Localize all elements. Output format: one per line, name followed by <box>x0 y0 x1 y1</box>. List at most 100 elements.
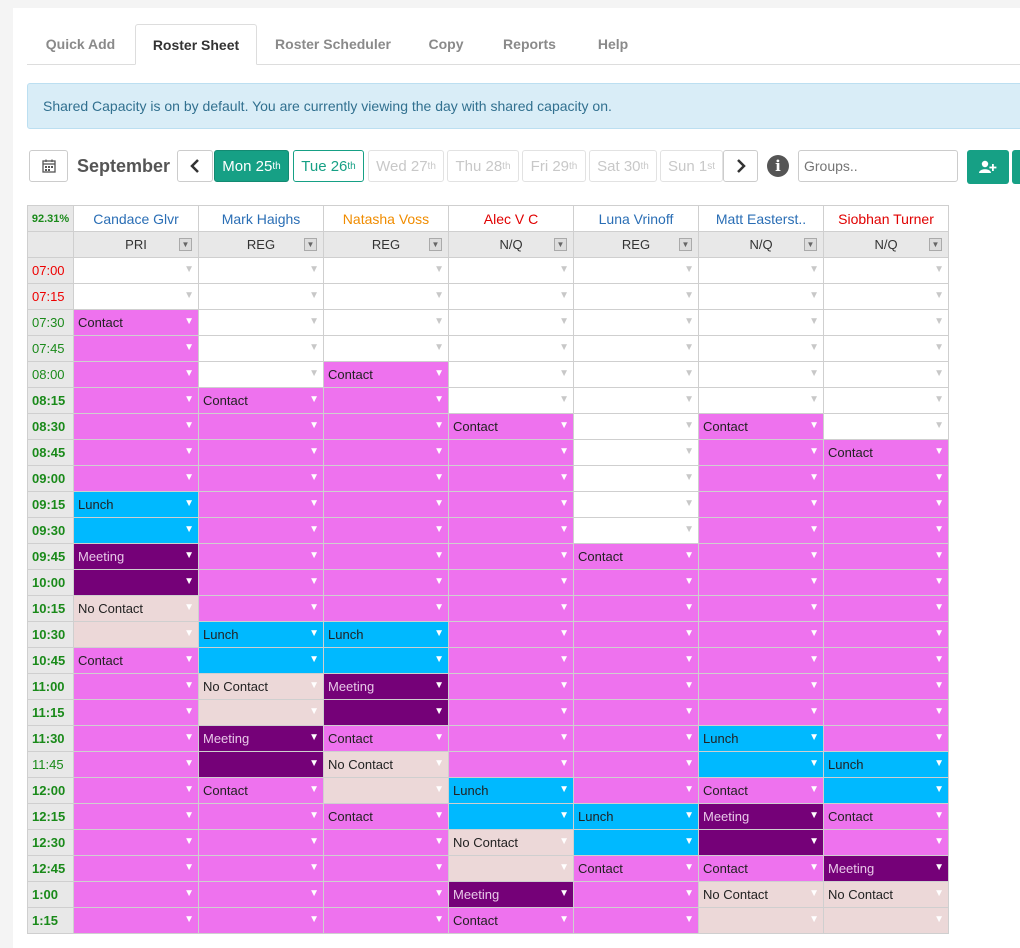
tab-help[interactable]: Help <box>576 24 650 65</box>
caret-down-icon[interactable]: ▼ <box>559 706 569 717</box>
day-sat[interactable]: Sat 30th <box>589 150 657 182</box>
caret-down-icon[interactable]: ▼ <box>809 550 819 561</box>
caret-down-icon[interactable]: ▼ <box>559 576 569 587</box>
staff-name[interactable]: Luna Vrinoff <box>573 205 699 232</box>
roster-cell[interactable]: ▼ <box>573 517 699 544</box>
caret-down-icon[interactable]: ▼ <box>684 914 694 925</box>
staff-role-select[interactable]: REG ▼ <box>323 231 449 258</box>
caret-down-icon[interactable]: ▼ <box>559 680 569 691</box>
roster-cell[interactable]: ▼ <box>573 907 699 934</box>
caret-down-icon[interactable]: ▼ <box>434 888 444 899</box>
roster-cell[interactable]: ▼ <box>823 647 949 674</box>
roster-cell[interactable]: ▼ <box>323 855 449 882</box>
roster-cell[interactable]: ▼ <box>198 413 324 440</box>
roster-cell[interactable]: Meeting ▼ <box>323 673 449 700</box>
caret-down-icon[interactable]: ▼ <box>184 784 194 795</box>
caret-down-icon[interactable]: ▼ <box>809 888 819 899</box>
roster-cell[interactable]: Meeting ▼ <box>698 803 824 830</box>
dropdown-icon[interactable]: ▼ <box>804 238 817 251</box>
roster-cell[interactable]: ▼ <box>698 751 824 778</box>
roster-cell[interactable]: Contact ▼ <box>573 855 699 882</box>
caret-down-icon[interactable]: ▼ <box>684 498 694 509</box>
roster-cell[interactable]: ▼ <box>698 621 824 648</box>
roster-cell[interactable]: ▼ <box>698 699 824 726</box>
caret-down-icon[interactable]: ▼ <box>309 680 319 691</box>
groups-input[interactable] <box>798 150 958 182</box>
roster-cell[interactable]: ▼ <box>323 517 449 544</box>
day-mon[interactable]: Mon 25th <box>214 150 289 182</box>
roster-cell[interactable]: ▼ <box>73 335 199 362</box>
tab-reports[interactable]: Reports <box>488 24 571 65</box>
caret-down-icon[interactable]: ▼ <box>184 342 194 353</box>
roster-cell[interactable]: ▼ <box>198 361 324 388</box>
roster-cell[interactable]: Contact ▼ <box>198 777 324 804</box>
roster-cell[interactable]: ▼ <box>823 699 949 726</box>
caret-down-icon[interactable]: ▼ <box>684 654 694 665</box>
staff-role-select[interactable]: N/Q ▼ <box>823 231 949 258</box>
roster-cell[interactable]: Contact ▼ <box>73 309 199 336</box>
caret-down-icon[interactable]: ▼ <box>809 914 819 925</box>
roster-cell[interactable]: ▼ <box>198 803 324 830</box>
caret-down-icon[interactable]: ▼ <box>434 524 444 535</box>
roster-cell[interactable]: ▼ <box>448 543 574 570</box>
roster-cell[interactable]: ▼ <box>198 595 324 622</box>
prev-day-button[interactable] <box>177 150 213 182</box>
caret-down-icon[interactable]: ▼ <box>434 472 444 483</box>
caret-down-icon[interactable]: ▼ <box>809 784 819 795</box>
caret-down-icon[interactable]: ▼ <box>559 498 569 509</box>
caret-down-icon[interactable]: ▼ <box>309 316 319 327</box>
roster-cell[interactable]: ▼ <box>698 335 824 362</box>
caret-down-icon[interactable]: ▼ <box>559 654 569 665</box>
roster-cell[interactable]: ▼ <box>573 881 699 908</box>
caret-down-icon[interactable]: ▼ <box>434 862 444 873</box>
caret-down-icon[interactable]: ▼ <box>434 758 444 769</box>
roster-cell[interactable]: Lunch ▼ <box>73 491 199 518</box>
tab-copy[interactable]: Copy <box>409 24 483 65</box>
roster-cell[interactable]: ▼ <box>448 491 574 518</box>
dropdown-icon[interactable]: ▼ <box>429 238 442 251</box>
roster-cell[interactable]: ▼ <box>323 569 449 596</box>
roster-cell[interactable]: No Contact ▼ <box>823 881 949 908</box>
caret-down-icon[interactable]: ▼ <box>809 628 819 639</box>
roster-cell[interactable]: ▼ <box>198 829 324 856</box>
roster-cell[interactable]: ▼ <box>73 829 199 856</box>
caret-down-icon[interactable]: ▼ <box>184 862 194 873</box>
roster-cell[interactable]: Lunch ▼ <box>823 751 949 778</box>
roster-cell[interactable]: Contact ▼ <box>573 543 699 570</box>
caret-down-icon[interactable]: ▼ <box>184 576 194 587</box>
roster-cell[interactable]: ▼ <box>573 257 699 284</box>
caret-down-icon[interactable]: ▼ <box>934 264 944 275</box>
roster-cell[interactable]: ▼ <box>448 595 574 622</box>
roster-cell[interactable]: Contact ▼ <box>323 361 449 388</box>
day-fri[interactable]: Fri 29th <box>522 150 586 182</box>
roster-cell[interactable]: Lunch ▼ <box>573 803 699 830</box>
roster-cell[interactable]: ▼ <box>198 335 324 362</box>
caret-down-icon[interactable]: ▼ <box>809 706 819 717</box>
roster-cell[interactable]: ▼ <box>323 439 449 466</box>
roster-cell[interactable]: ▼ <box>823 543 949 570</box>
caret-down-icon[interactable]: ▼ <box>309 862 319 873</box>
caret-down-icon[interactable]: ▼ <box>684 550 694 561</box>
roster-cell[interactable]: ▼ <box>823 491 949 518</box>
caret-down-icon[interactable]: ▼ <box>559 784 569 795</box>
roster-cell[interactable]: Contact ▼ <box>698 413 824 440</box>
caret-down-icon[interactable]: ▼ <box>684 368 694 379</box>
roster-cell[interactable]: No Contact ▼ <box>698 881 824 908</box>
staff-name[interactable]: Alec V C <box>448 205 574 232</box>
staff-name[interactable]: Matt Easterst.. <box>698 205 824 232</box>
roster-cell[interactable]: ▼ <box>573 569 699 596</box>
roster-cell[interactable]: ▼ <box>573 699 699 726</box>
tab-roster-sheet[interactable]: Roster Sheet <box>135 24 257 65</box>
caret-down-icon[interactable]: ▼ <box>809 654 819 665</box>
caret-down-icon[interactable]: ▼ <box>434 290 444 301</box>
roster-cell[interactable]: ▼ <box>73 673 199 700</box>
roster-cell[interactable]: Lunch ▼ <box>323 621 449 648</box>
roster-cell[interactable]: ▼ <box>823 257 949 284</box>
staff-name[interactable]: Mark Haighs <box>198 205 324 232</box>
caret-down-icon[interactable]: ▼ <box>934 784 944 795</box>
staff-name[interactable]: Siobhan Turner <box>823 205 949 232</box>
roster-cell[interactable]: ▼ <box>198 751 324 778</box>
caret-down-icon[interactable]: ▼ <box>309 914 319 925</box>
caret-down-icon[interactable]: ▼ <box>934 576 944 587</box>
caret-down-icon[interactable]: ▼ <box>184 394 194 405</box>
